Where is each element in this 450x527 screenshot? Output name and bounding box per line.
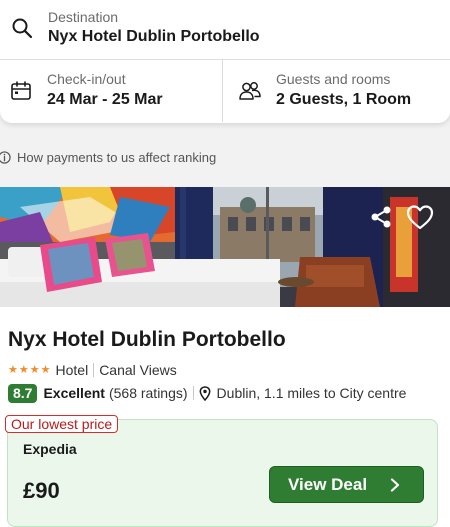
star-rating: ★ ★ ★ ★ [8, 363, 52, 376]
score-badge: 8.7 [8, 383, 38, 403]
star-icon: ★ [18, 363, 29, 376]
hotel-meta-row: ★ ★ ★ ★ Hotel Canal Views [8, 361, 177, 379]
destination-field[interactable]: Destination Nyx Hotel Dublin Portobello [0, 0, 450, 60]
view-deal-button[interactable]: View Deal [269, 466, 424, 503]
share-icon[interactable] [367, 203, 395, 231]
hotel-card[interactable]: Nyx Hotel Dublin Portobello ★ ★ ★ ★ Hote… [0, 187, 450, 527]
guests-icon [239, 82, 261, 100]
divider [93, 363, 95, 377]
dates-field[interactable]: Check-in/out 24 Mar - 25 Mar [0, 60, 223, 122]
rating-row: 8.7 Excellent (568 ratings) Dublin, 1.1 … [8, 383, 406, 403]
calendar-icon [11, 81, 31, 100]
destination-value: Nyx Hotel Dublin Portobello [48, 28, 260, 45]
info-icon [0, 150, 11, 164]
ranking-info-text: How payments to us affect ranking [17, 149, 217, 165]
location-pin-icon [199, 385, 210, 401]
divider [192, 386, 194, 400]
lowest-price-badge: Our lowest price [5, 415, 119, 433]
star-icon: ★ [29, 363, 40, 376]
hotel-location: Dublin, 1.1 miles to City centre [216, 385, 407, 401]
deal-price: £90 [23, 478, 60, 503]
hotel-feature: Canal Views [99, 362, 177, 378]
heart-icon[interactable] [405, 203, 435, 231]
search-summary-card: Destination Nyx Hotel Dublin Portobello … [0, 0, 450, 123]
star-icon: ★ [8, 363, 18, 376]
ranking-info-link[interactable]: How payments to us affect ranking [0, 148, 216, 166]
deal-provider: Expedia [23, 441, 77, 457]
guests-value: 2 Guests, 1 Room [276, 91, 412, 108]
dates-value: 24 Mar - 25 Mar [47, 91, 163, 108]
score-text: Excellent [43, 385, 105, 401]
ratings-count[interactable]: (568 ratings) [109, 385, 188, 401]
hotel-type: Hotel [55, 362, 89, 378]
hotel-name[interactable]: Nyx Hotel Dublin Portobello [8, 328, 286, 352]
guests-label: Guests and rooms [276, 71, 391, 87]
dates-label: Check-in/out [47, 71, 126, 87]
guests-field[interactable]: Guests and rooms 2 Guests, 1 Room [224, 60, 450, 122]
chevron-right-icon [390, 478, 400, 492]
view-deal-label: View Deal [288, 474, 368, 494]
destination-label: Destination [48, 9, 119, 25]
star-icon: ★ [40, 363, 51, 376]
hotel-photo[interactable] [0, 187, 450, 307]
search-icon [12, 18, 33, 39]
